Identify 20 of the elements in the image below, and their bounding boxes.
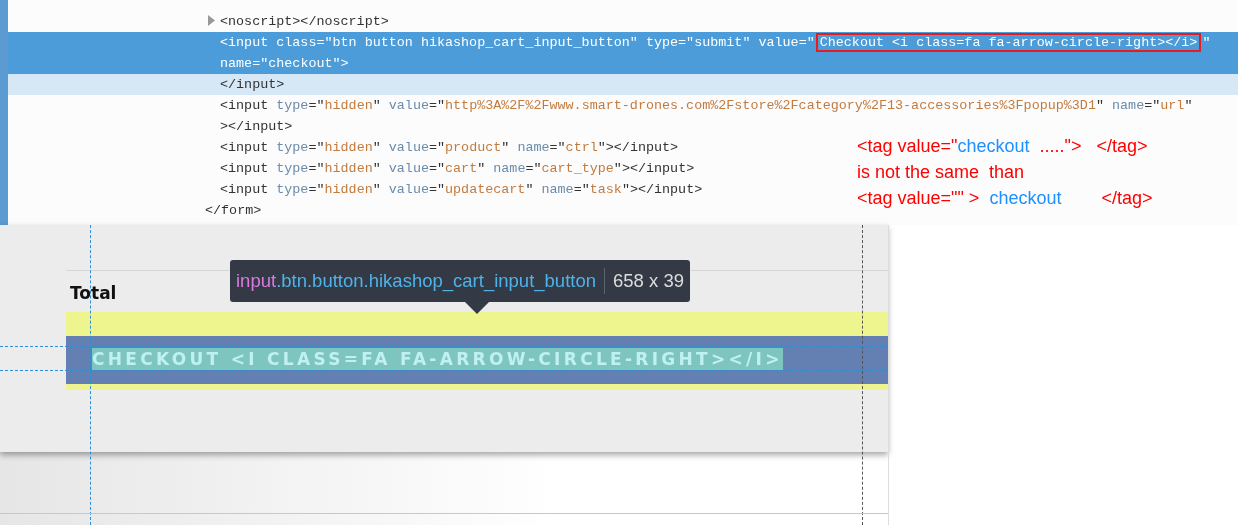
code-line: ></input> — [220, 119, 293, 134]
code-line: name="checkout"> — [220, 56, 349, 71]
size-text: 658 x 39 — [613, 269, 684, 294]
code-line: <noscript></noscript> — [220, 14, 389, 29]
code-line: </input> — [220, 77, 285, 92]
total-label: Total — [70, 282, 117, 305]
annotation-line: <tag value="checkout ....."> </tag> — [857, 135, 1149, 158]
code-line: <input type="hidden" value="updatecart" name="task"></input> — [220, 182, 703, 197]
code-line: <input class="btn button hikashop_cart_input_button" type="submit" value=" — [220, 35, 815, 50]
expand-arrow-icon[interactable] — [207, 15, 215, 26]
annotation-line: <tag value="" > checkout </tag> — [857, 187, 1153, 210]
code-line: <input type="hidden" value="cart" name="cart_type"></input> — [220, 161, 695, 176]
code-line: </form> — [205, 203, 262, 218]
selector-text: input.btn.button.hikashop_cart_input_button — [236, 269, 596, 294]
highlighted-code: Checkout <i class=fa fa-arrow-circle-right></i> — [815, 33, 1202, 52]
code-line: " — [1202, 35, 1211, 50]
checkout-button[interactable]: CHECKOUT <I CLASS=FA FA-ARROW-CIRCLE-RIGHT></I> — [66, 336, 888, 384]
code-line: <input type="hidden" value="product" name="ctrl"></input> — [220, 140, 679, 155]
annotation-line: is not the same than — [857, 161, 1026, 184]
code-line: <input type="hidden" value="http%3A%2F%2Fwww.smart-drones.com%2Fstore%2Fcategory%2F13-accessories%3Fpopup%3D1" name="url" — [220, 98, 1193, 113]
